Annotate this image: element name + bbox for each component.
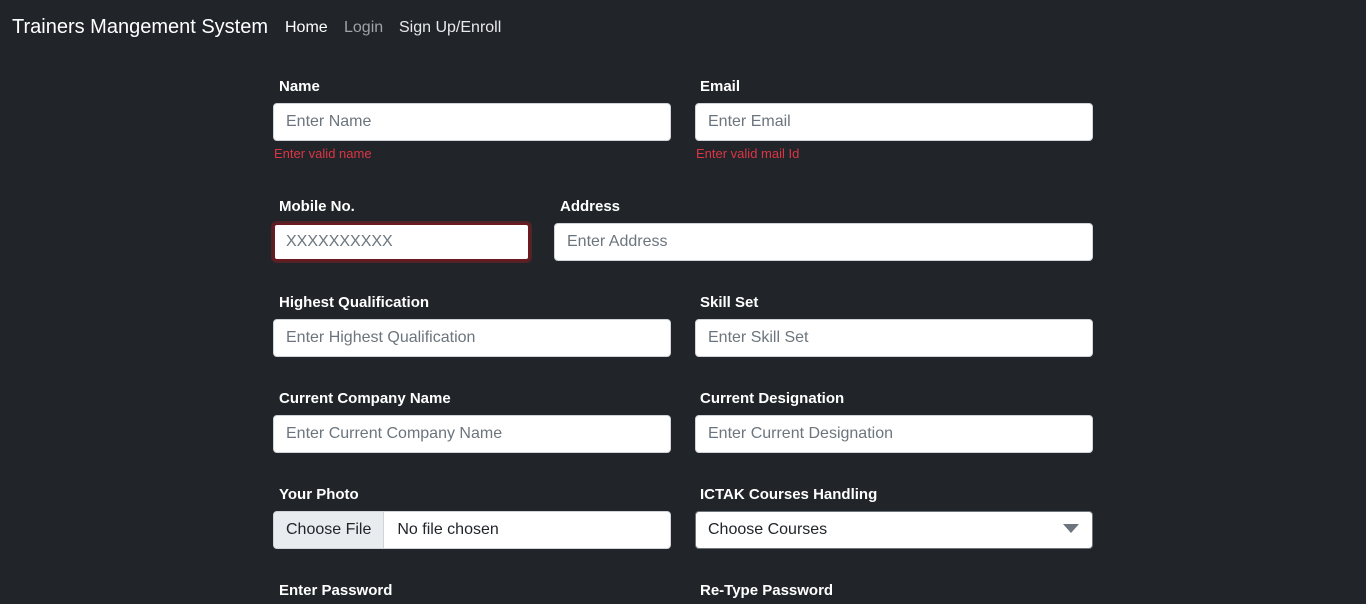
courses-selected-value: Choose Courses bbox=[708, 521, 828, 538]
company-input[interactable] bbox=[273, 415, 671, 453]
email-input[interactable] bbox=[695, 103, 1093, 141]
photo-label: Your Photo bbox=[279, 486, 359, 503]
mobile-input[interactable] bbox=[273, 223, 530, 261]
qualification-input[interactable] bbox=[273, 319, 671, 357]
file-status: No file chosen bbox=[397, 521, 499, 538]
email-label: Email bbox=[700, 78, 741, 95]
retype-password-label: Re-Type Password bbox=[700, 582, 834, 599]
password-label: Enter Password bbox=[279, 582, 393, 599]
designation-label: Current Designation bbox=[700, 390, 845, 407]
choose-file-button[interactable]: Choose File bbox=[274, 512, 385, 548]
nav-home-link[interactable]: Home bbox=[285, 19, 328, 37]
designation-input[interactable] bbox=[695, 415, 1093, 453]
nav-login-link[interactable]: Login bbox=[344, 19, 383, 37]
name-label: Name bbox=[279, 78, 320, 95]
skills-label: Skill Set bbox=[700, 294, 759, 311]
skills-input[interactable] bbox=[695, 319, 1093, 357]
address-label: Address bbox=[560, 198, 621, 215]
navbar: Trainers Mangement System Home Login Sig… bbox=[0, 0, 1366, 58]
company-label: Current Company Name bbox=[279, 390, 451, 407]
brand-title[interactable]: Trainers Mangement System bbox=[12, 16, 268, 39]
courses-label: ICTAK Courses Handling bbox=[700, 486, 878, 503]
nav-signup-link[interactable]: Sign Up/Enroll bbox=[399, 19, 501, 37]
email-error: Enter valid mail Id bbox=[696, 146, 800, 161]
name-input[interactable] bbox=[273, 103, 671, 141]
address-input[interactable] bbox=[554, 223, 1093, 261]
qualification-label: Highest Qualification bbox=[279, 294, 430, 311]
name-error: Enter valid name bbox=[274, 146, 372, 161]
photo-file-input[interactable]: Choose File No file chosen bbox=[273, 511, 671, 549]
courses-select[interactable]: Choose Courses bbox=[695, 511, 1093, 549]
mobile-label: Mobile No. bbox=[279, 198, 355, 215]
chevron-down-icon bbox=[1063, 524, 1079, 533]
